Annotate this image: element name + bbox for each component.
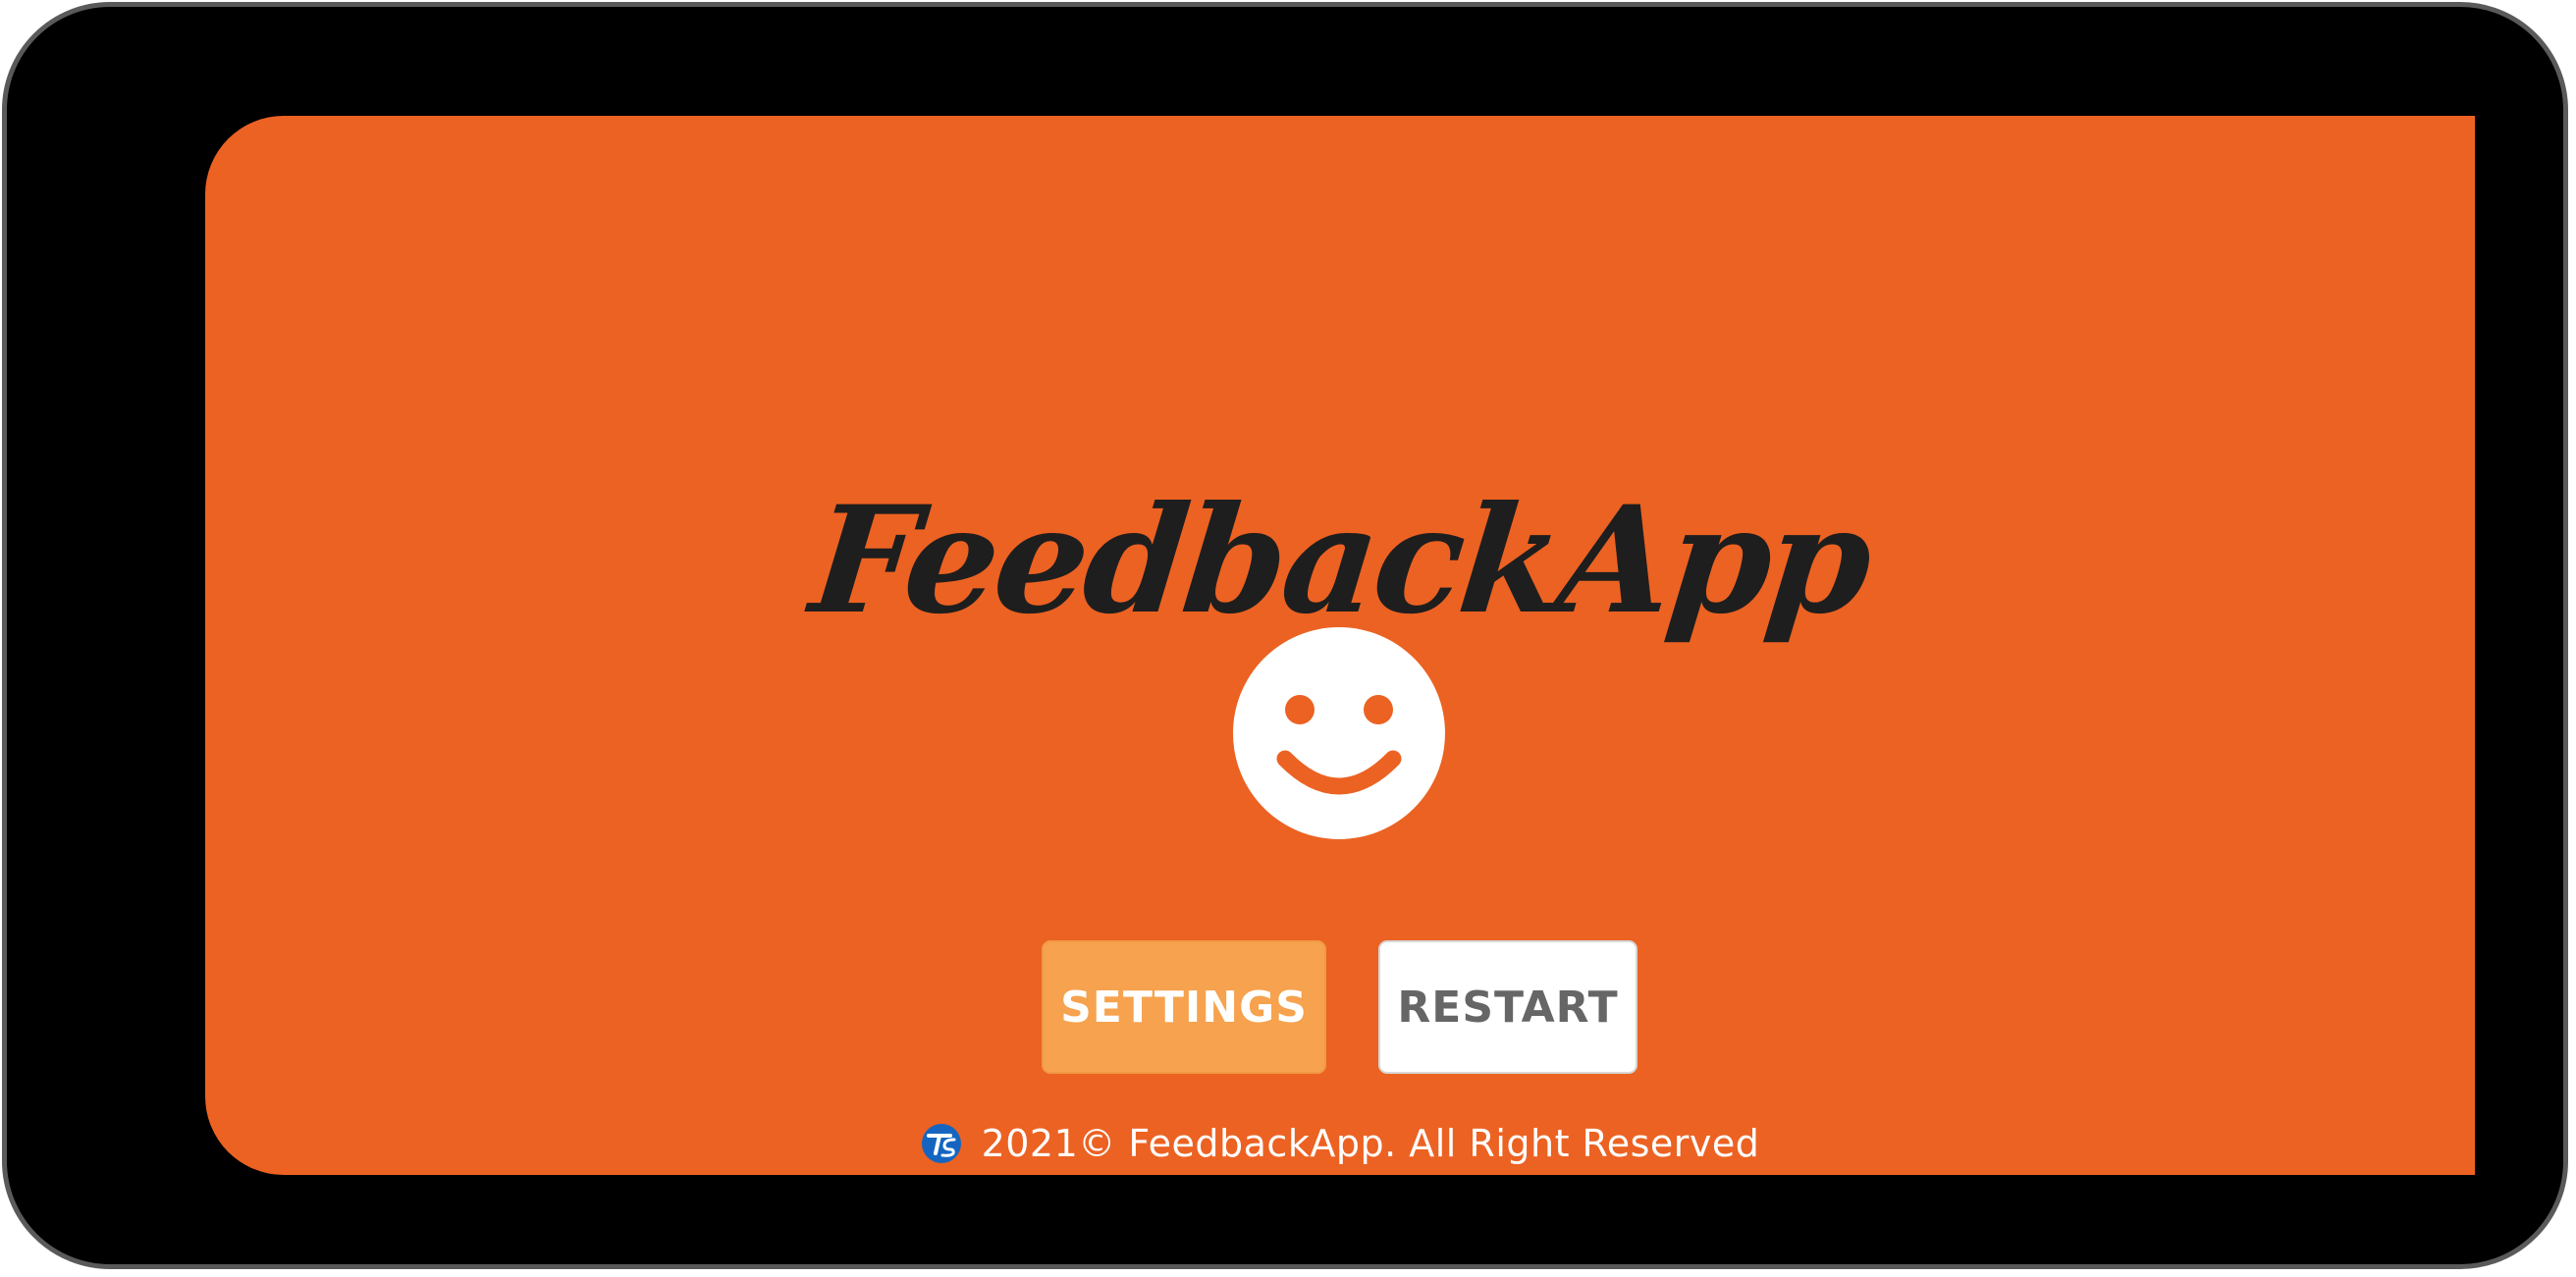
smiley-face-icon (1233, 627, 1445, 839)
footer: 2021© FeedbackApp. All Right Reserved (205, 1122, 2475, 1165)
app-screen: FeedbackApp SETTINGS RESTART 2021© Feedb… (205, 116, 2475, 1175)
settings-button[interactable]: SETTINGS (1042, 940, 1326, 1074)
device-frame: FeedbackApp SETTINGS RESTART 2021© Feedb… (2, 2, 2568, 1269)
company-logo-icon (921, 1124, 961, 1163)
app-title: FeedbackApp (803, 474, 1877, 647)
restart-button[interactable]: RESTART (1378, 940, 1637, 1074)
copyright-text: 2021© FeedbackApp. All Right Reserved (981, 1122, 1760, 1165)
